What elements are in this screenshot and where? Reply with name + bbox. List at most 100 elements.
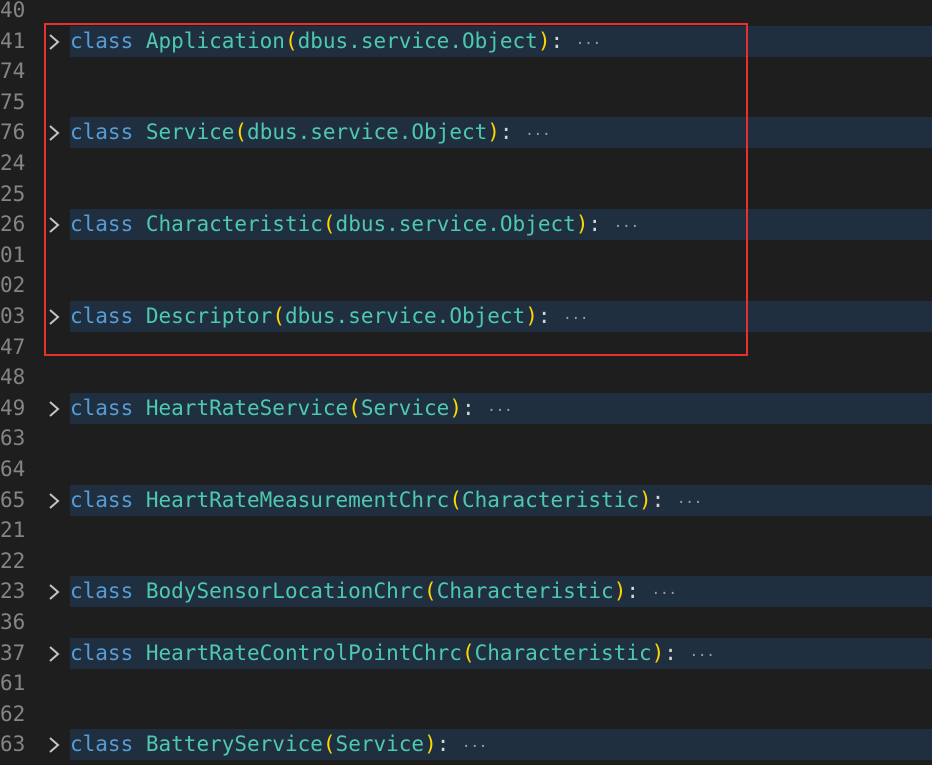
folded-class-definition[interactable]: class HeartRateMeasurementChrc(Character…	[70, 485, 711, 516]
line-number: 64	[0, 457, 26, 481]
line-number: 24	[0, 151, 26, 175]
code-line[interactable]: 61	[0, 668, 932, 699]
base-class: dbus.service.Object	[247, 120, 488, 144]
class-name: BodySensorLocationChrc	[145, 579, 425, 603]
base-class: Characteristic	[474, 641, 652, 665]
keyword-class: class	[70, 579, 134, 603]
folded-class-definition[interactable]: class Service(dbus.service.Object): ···	[70, 117, 559, 148]
line-number: 63	[0, 732, 26, 756]
class-name: HeartRateControlPointChrc	[145, 641, 462, 665]
line-number: 49	[0, 396, 26, 420]
line-number: 76	[0, 120, 26, 144]
line-number: 40	[0, 0, 26, 22]
folded-ellipsis[interactable]: ···	[690, 648, 715, 664]
folded-ellipsis[interactable]: ···	[576, 36, 601, 52]
line-number: 02	[0, 273, 26, 297]
line-number: 22	[0, 549, 26, 573]
code-line[interactable]: 64	[0, 454, 932, 485]
code-line[interactable]: 36	[0, 607, 932, 638]
line-number: 21	[0, 518, 26, 542]
class-name: HeartRateMeasurementChrc	[145, 488, 450, 512]
base-class: Service	[335, 732, 425, 756]
folded-ellipsis[interactable]: ···	[614, 219, 639, 235]
folded-class-definition[interactable]: class Application(dbus.service.Object): …	[70, 26, 610, 57]
code-line[interactable]: 26 class Characteristic(dbus.service.Obje…	[0, 209, 932, 240]
code-line[interactable]: 25	[0, 179, 932, 210]
code-line[interactable]: 03 class Descriptor(dbus.service.Object):…	[0, 301, 932, 332]
code-line[interactable]: 24	[0, 148, 932, 179]
keyword-class: class	[70, 304, 134, 328]
code-line[interactable]: 62	[0, 699, 932, 730]
class-name: BatteryService	[145, 732, 323, 756]
base-class: dbus.service.Object	[284, 304, 526, 328]
line-number: 01	[0, 243, 26, 267]
fold-chevron-icon[interactable]	[44, 638, 64, 669]
keyword-class: class	[70, 29, 134, 53]
folded-class-definition[interactable]: class HeartRateService(Service): ···	[70, 393, 521, 424]
folded-class-definition[interactable]: class BatteryService(Service): ···	[70, 729, 496, 760]
line-number: 48	[0, 365, 26, 389]
base-class: Service	[360, 396, 450, 420]
code-line[interactable]: 21	[0, 515, 932, 546]
keyword-class: class	[70, 396, 134, 420]
folded-class-definition[interactable]: class Descriptor(dbus.service.Object): ·…	[70, 301, 597, 332]
code-line[interactable]: 63 class BatteryService(Service): ···	[0, 729, 932, 760]
line-number: 41	[0, 29, 26, 53]
fold-chevron-icon[interactable]	[44, 485, 64, 516]
code-line[interactable]: 75	[0, 87, 932, 118]
fold-chevron-icon[interactable]	[44, 576, 64, 607]
line-number: 63	[0, 426, 26, 450]
folded-class-definition[interactable]: class BodySensorLocationChrc(Characteris…	[70, 576, 685, 607]
base-class: dbus.service.Object	[335, 212, 576, 236]
fold-chevron-icon[interactable]	[44, 393, 64, 424]
line-number: 75	[0, 90, 26, 114]
folded-ellipsis[interactable]: ···	[487, 403, 512, 419]
line-number: 25	[0, 182, 26, 206]
base-class: Characteristic	[461, 488, 639, 512]
line-number: 62	[0, 702, 26, 726]
line-number: 47	[0, 335, 26, 359]
code-line[interactable]: 02	[0, 270, 932, 301]
folded-class-definition[interactable]: class Characteristic(dbus.service.Object…	[70, 209, 648, 240]
fold-chevron-icon[interactable]	[44, 209, 64, 240]
line-number: 26	[0, 212, 26, 236]
code-line[interactable]: 22	[0, 546, 932, 577]
fold-chevron-icon[interactable]	[44, 26, 64, 57]
code-line[interactable]: 48	[0, 362, 932, 393]
fold-chevron-icon[interactable]	[44, 117, 64, 148]
line-number: 37	[0, 641, 26, 665]
fold-chevron-icon[interactable]	[44, 301, 64, 332]
keyword-class: class	[70, 732, 134, 756]
folded-ellipsis[interactable]: ···	[525, 127, 550, 143]
code-line[interactable]: 49 class HeartRateService(Service): ···	[0, 393, 932, 424]
line-number: 74	[0, 59, 26, 83]
code-line[interactable]: 74	[0, 56, 932, 87]
code-line[interactable]: 23 class BodySensorLocationChrc(Character…	[0, 576, 932, 607]
base-class: Characteristic	[436, 579, 614, 603]
class-name: Characteristic	[145, 212, 323, 236]
code-line[interactable]: 40	[0, 0, 932, 26]
keyword-class: class	[70, 488, 134, 512]
fold-chevron-icon[interactable]	[44, 729, 64, 760]
base-class: dbus.service.Object	[297, 29, 538, 53]
code-line[interactable]: 01	[0, 240, 932, 271]
class-name: HeartRateService	[145, 396, 349, 420]
keyword-class: class	[70, 212, 134, 236]
folded-ellipsis[interactable]: ···	[652, 586, 677, 602]
code-line[interactable]: 65 class HeartRateMeasurementChrc(Charact…	[0, 485, 932, 516]
line-number: 23	[0, 579, 26, 603]
folded-ellipsis[interactable]: ···	[563, 311, 588, 327]
code-line[interactable]: 76 class Service(dbus.service.Object): ··…	[0, 117, 932, 148]
keyword-class: class	[70, 641, 134, 665]
code-line[interactable]: 47	[0, 332, 932, 363]
folded-ellipsis[interactable]: ···	[462, 739, 487, 755]
code-line[interactable]: 63	[0, 423, 932, 454]
line-number: 03	[0, 304, 26, 328]
class-name: Service	[145, 120, 235, 144]
code-line[interactable]: 41 class Application(dbus.service.Object)…	[0, 26, 932, 57]
keyword-class: class	[70, 120, 134, 144]
class-name: Descriptor	[145, 304, 273, 328]
code-line[interactable]: 37 class HeartRateControlPointChrc(Charac…	[0, 638, 932, 669]
folded-ellipsis[interactable]: ···	[677, 495, 702, 511]
folded-class-definition[interactable]: class HeartRateControlPointChrc(Characte…	[70, 638, 723, 669]
